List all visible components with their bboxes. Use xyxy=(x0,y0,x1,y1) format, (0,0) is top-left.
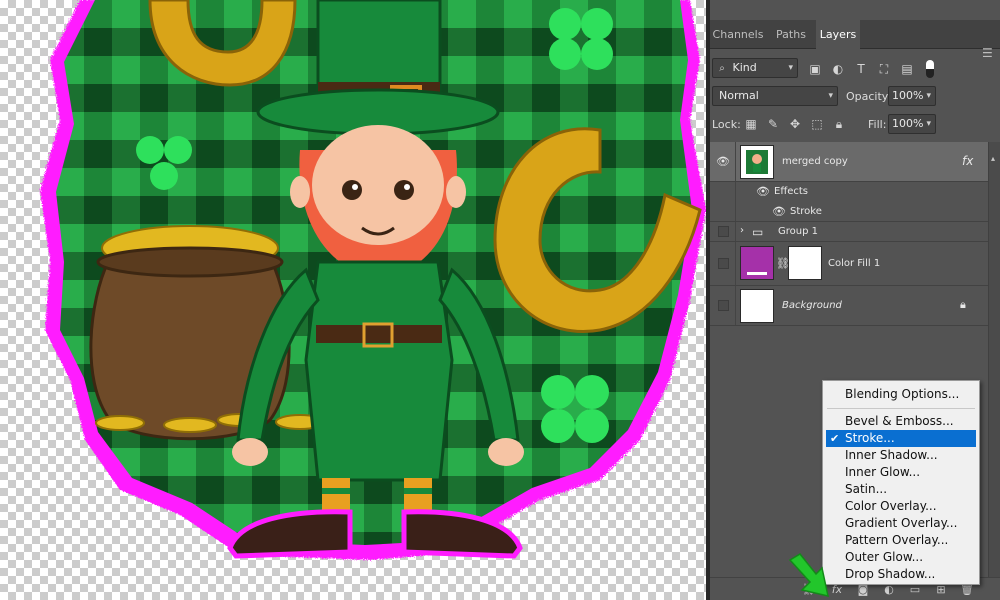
checkmark-icon: ✔ xyxy=(830,432,840,445)
visibility-slot xyxy=(710,182,736,202)
visibility-slot[interactable] xyxy=(710,222,736,241)
layer-thumbnail xyxy=(740,145,774,179)
opacity-value: 100% xyxy=(892,89,924,102)
chevron-down-icon: ▾ xyxy=(926,119,931,129)
tab-paths[interactable]: Paths xyxy=(774,20,808,49)
layers-scrollbar[interactable]: ▴ xyxy=(988,142,1000,577)
opacity-label: Opacity: xyxy=(846,90,892,103)
fx-icon[interactable]: fx xyxy=(962,154,973,168)
folder-icon: ▭ xyxy=(752,225,764,239)
fill-adjustment-mark xyxy=(747,272,767,275)
visibility-slot[interactable]: 👁︎ xyxy=(710,142,736,181)
visibility-slot[interactable] xyxy=(710,286,736,325)
document-canvas[interactable] xyxy=(0,0,706,600)
stroke-effect-label: Stroke xyxy=(790,206,822,217)
visibility-slot[interactable] xyxy=(710,242,736,285)
layer-mask-thumbnail[interactable] xyxy=(788,246,822,280)
chevron-down-icon: ▾ xyxy=(788,63,793,73)
lock-label: Lock: xyxy=(712,118,741,131)
layer-background[interactable]: Background 🔒︎ xyxy=(710,286,988,326)
fill-color-thumbnail[interactable] xyxy=(740,246,774,280)
green-arrow-annotation xyxy=(788,553,829,597)
menu-item-outer-glow[interactable]: Outer Glow... xyxy=(826,549,976,566)
fill-value: 100% xyxy=(892,117,924,130)
lock-artboard-icon[interactable]: ⬚ xyxy=(810,117,824,131)
lock-image-icon[interactable]: ✎ xyxy=(766,117,780,131)
filter-toggle[interactable] xyxy=(926,60,934,78)
filter-smartobject-icon[interactable]: ▤ xyxy=(900,62,914,76)
menu-item-stroke-label: Stroke... xyxy=(845,431,895,445)
lock-all-icon[interactable]: 🔒︎ xyxy=(832,117,846,131)
search-icon: ⌕ xyxy=(719,63,725,74)
menu-item-inner-glow[interactable]: Inner Glow... xyxy=(826,464,976,481)
photoshop-window: Channels Paths Layers ☰ ⌕ Kind ▾ ▣ ◐ T ⛶… xyxy=(0,0,1000,600)
blend-mode-dropdown[interactable]: Normal ▾ xyxy=(712,86,838,106)
collapse-arrow-icon[interactable]: ▴ xyxy=(991,154,995,163)
panel-menu-icon[interactable]: ☰ xyxy=(982,47,993,59)
filter-adjustment-icon[interactable]: ◐ xyxy=(831,62,845,76)
filter-type-icon[interactable]: T xyxy=(854,62,868,76)
layer-name[interactable]: merged copy xyxy=(782,156,848,167)
blend-row: Normal ▾ Opacity: 100% ▾ xyxy=(710,86,1000,108)
layer-filter-row: ⌕ Kind ▾ ▣ ◐ T ⛶ ▤ xyxy=(710,58,1000,80)
lock-row: Lock: ▦ ✎ ✥ ⬚ 🔒︎ Fill: 100% ▾ xyxy=(710,114,1000,136)
layer-name[interactable]: Group 1 xyxy=(778,226,818,237)
chevron-down-icon: ▾ xyxy=(926,91,931,101)
chevron-right-icon[interactable]: › xyxy=(740,225,744,236)
visibility-toggle[interactable] xyxy=(718,258,729,269)
visibility-toggle[interactable] xyxy=(718,300,729,311)
lock-transparent-icon[interactable]: ▦ xyxy=(744,117,758,131)
visibility-toggle[interactable] xyxy=(718,226,729,237)
menu-item-satin[interactable]: Satin... xyxy=(826,481,976,498)
tab-layers[interactable]: Layers xyxy=(816,20,860,50)
eye-icon[interactable]: 👁︎ xyxy=(756,186,770,198)
filter-kind-value: Kind xyxy=(732,61,757,74)
panel-tabs: Channels Paths Layers ☰ xyxy=(710,20,1000,59)
menu-item-blending-options[interactable]: Blending Options... xyxy=(826,386,976,403)
layer-name[interactable]: Background xyxy=(782,300,842,311)
fill-label: Fill: xyxy=(868,118,887,131)
effects-label: Effects xyxy=(774,186,808,197)
layer-effects[interactable]: 👁︎ Effects xyxy=(710,182,988,202)
menu-item-gradient-overlay[interactable]: Gradient Overlay... xyxy=(826,515,976,532)
menu-item-bevel-emboss[interactable]: Bevel & Emboss... xyxy=(826,413,976,430)
chevron-down-icon: ▾ xyxy=(828,91,833,101)
visibility-slot xyxy=(710,202,736,221)
filter-pixel-icon[interactable]: ▣ xyxy=(808,62,822,76)
leprechaun-artwork xyxy=(40,0,706,560)
layer-group-1[interactable]: › ▭ Group 1 xyxy=(710,222,988,242)
menu-separator xyxy=(827,408,975,409)
menu-item-drop-shadow[interactable]: Drop Shadow... xyxy=(826,566,976,583)
blend-mode-value: Normal xyxy=(719,89,759,102)
layer-thumbnail xyxy=(740,289,774,323)
fill-input[interactable]: 100% ▾ xyxy=(888,114,936,134)
thumbnail-art xyxy=(741,146,773,178)
layer-name[interactable]: Color Fill 1 xyxy=(828,258,880,269)
lock-position-icon[interactable]: ✥ xyxy=(788,117,802,131)
eye-icon[interactable]: 👁︎ xyxy=(772,206,786,218)
layer-merged-copy[interactable]: 👁︎ merged copy fx xyxy=(710,142,988,182)
layer-effect-stroke[interactable]: 👁︎ Stroke xyxy=(710,202,988,222)
menu-item-inner-shadow[interactable]: Inner Shadow... xyxy=(826,447,976,464)
tab-channels[interactable]: Channels xyxy=(710,20,766,49)
menu-item-pattern-overlay[interactable]: Pattern Overlay... xyxy=(826,532,976,549)
filter-shape-icon[interactable]: ⛶ xyxy=(877,62,891,76)
layer-color-fill-1[interactable]: ⛓︎ Color Fill 1 xyxy=(710,242,988,286)
eye-icon[interactable]: 👁︎ xyxy=(716,156,730,168)
opacity-input[interactable]: 100% ▾ xyxy=(888,86,936,106)
menu-item-color-overlay[interactable]: Color Overlay... xyxy=(826,498,976,515)
menu-item-stroke[interactable]: ✔ Stroke... xyxy=(826,430,976,447)
lock-icon[interactable]: 🔒︎ xyxy=(960,298,966,312)
filter-kind-dropdown[interactable]: ⌕ Kind ▾ xyxy=(712,58,798,78)
layer-style-menu: Blending Options... Bevel & Emboss... ✔ … xyxy=(822,380,980,585)
